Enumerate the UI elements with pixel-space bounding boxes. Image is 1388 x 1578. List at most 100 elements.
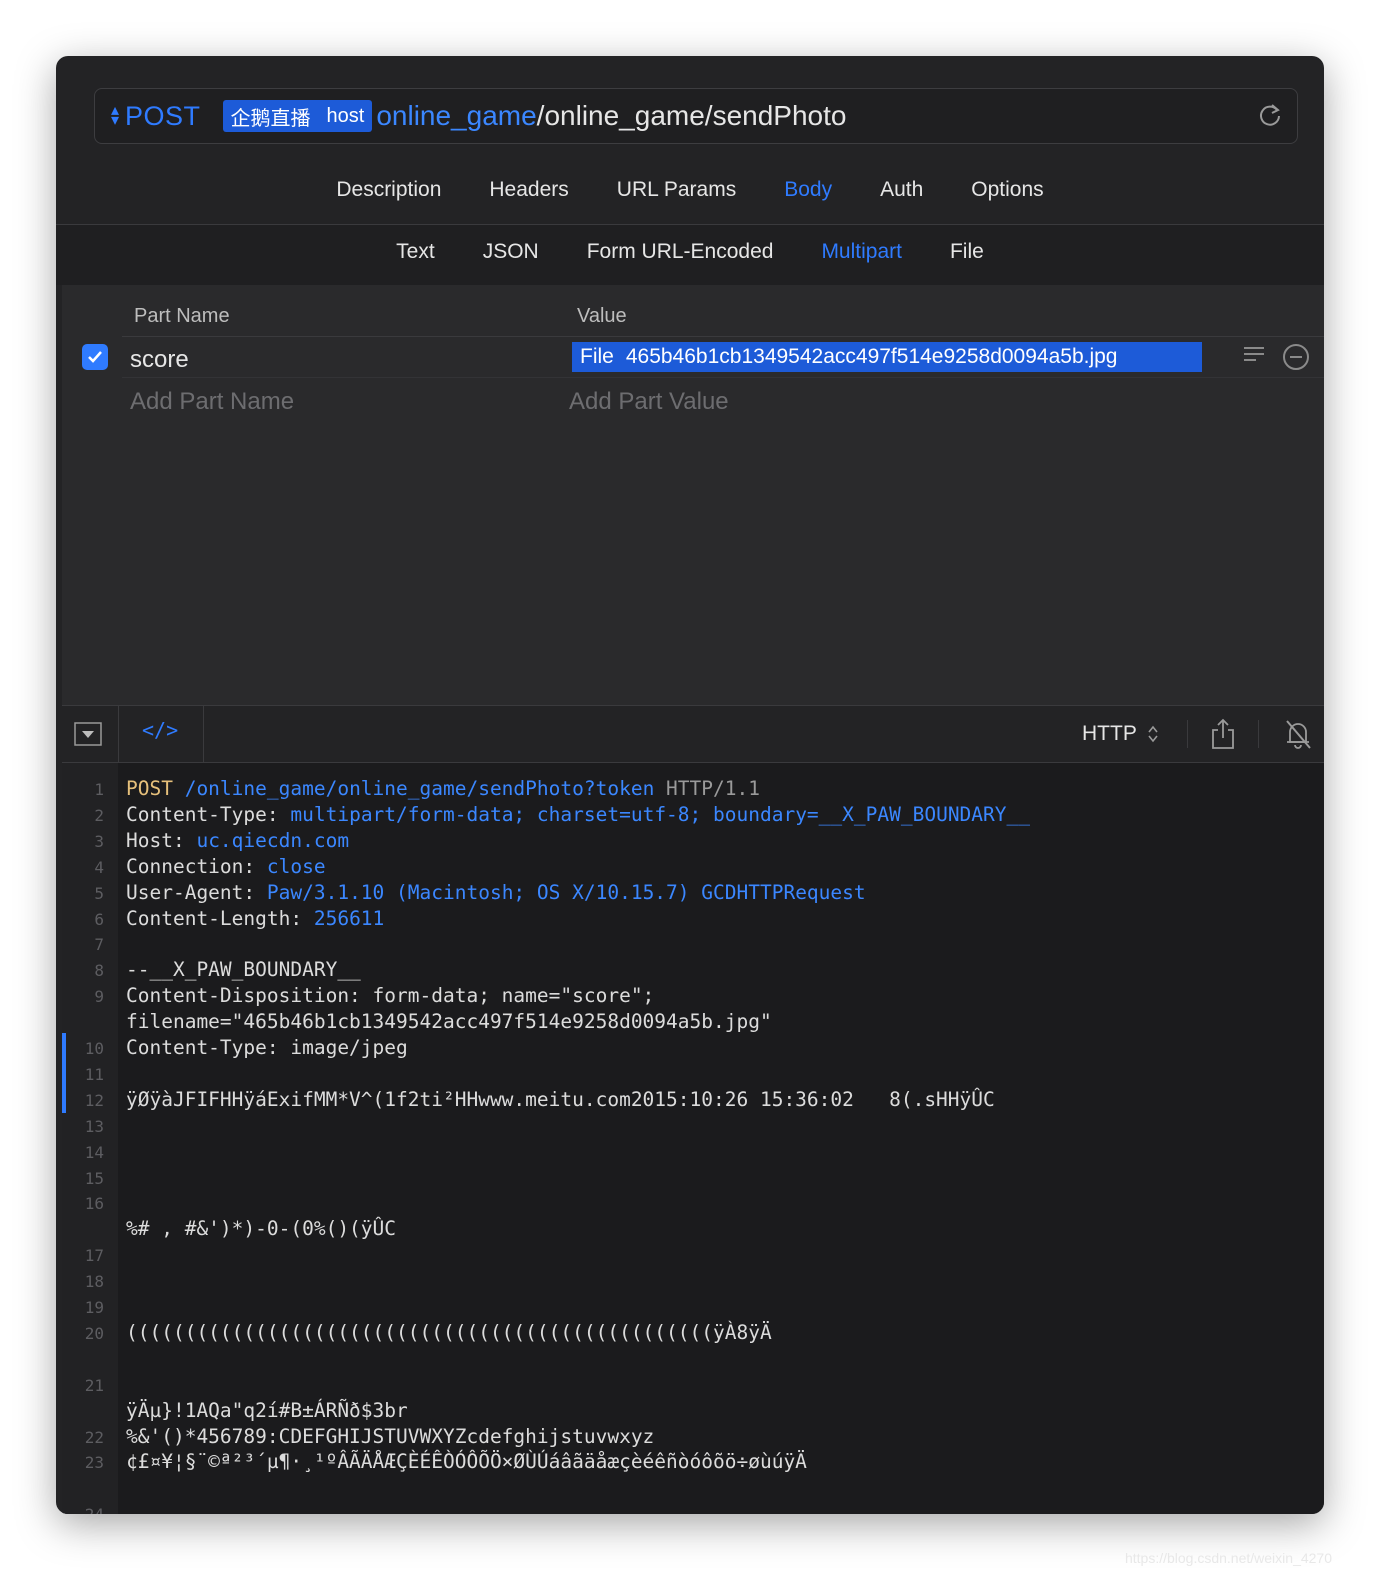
code-token: --__X_PAW_BOUNDARY__ (126, 958, 361, 982)
line-number: 20 (84, 1323, 104, 1343)
tab-options[interactable]: Options (947, 178, 1067, 202)
line-number: 4 (94, 857, 104, 877)
code-token: ((((((((((((((((((((((((((((((((((((((((… (126, 1320, 772, 1344)
line-number: 5 (94, 883, 104, 903)
code-token: multipart/form-data; charset=utf-8; boun… (290, 802, 1030, 826)
divider (118, 706, 119, 763)
code-token: 256611 (313, 906, 385, 930)
line-number: 21 (84, 1375, 104, 1395)
line-number: 10 (84, 1039, 104, 1058)
line-number: 24 (62, 1505, 104, 1514)
row-menu-icon[interactable] (1242, 345, 1266, 367)
line-number: 13 (84, 1116, 104, 1136)
code-token: ¢£¤¥¦§¨©ª²³´µ¶·¸¹ºÂÃÄÅÆÇÈÉÊÒÓÔÕÖ×ØÙÚáâãä… (126, 1450, 807, 1474)
body-tab-multipart[interactable]: Multipart (797, 240, 926, 264)
code-token: %# , #&')*)-0-(0%()(ÿÛC (126, 1217, 397, 1241)
code-token: uc.qiecdn.com (196, 828, 350, 852)
code-token: ÿØÿàJFIFHHÿáExifMM*V^(1f2ti²HHwww.meitu.… (126, 1087, 995, 1111)
body-tab-form-url-encoded[interactable]: Form URL-Encoded (563, 240, 798, 264)
environment-token[interactable]: 企鹅直播 host (222, 100, 373, 132)
http-method[interactable]: POST (125, 101, 201, 132)
collapse-dropdown-icon[interactable] (74, 722, 102, 746)
part-value-file[interactable]: File 465b46b1cb1349542acc497f514e9258d00… (572, 342, 1202, 372)
part-name-field[interactable]: score (130, 346, 189, 374)
format-label: HTTP (1082, 722, 1137, 745)
code-token: Paw/3.1.10 (Macintosh; OS X/10.15.7) GCD… (266, 880, 866, 904)
line-number: 11 (84, 1064, 104, 1084)
column-header-part-name: Part Name (134, 305, 230, 327)
divider (1187, 720, 1188, 748)
code-token: Content-Type: (126, 802, 291, 826)
code-token: Content-Disposition: form-data; name="sc… (126, 984, 655, 1008)
code-token: close (266, 854, 326, 878)
code-token: filename="465b46b1cb1349542acc497f514e92… (126, 1010, 772, 1034)
divider (122, 377, 1324, 378)
format-select[interactable]: HTTP (1082, 722, 1159, 746)
http-request-preview[interactable]: 1 POST /online_game/online_game/sendPhoto… (62, 763, 1324, 1514)
line-number: 12 (84, 1090, 104, 1110)
add-part-value-input[interactable]: Add Part Value (569, 388, 729, 416)
tab-url-params[interactable]: URL Params (593, 178, 760, 202)
environment-name: 企鹅直播 (230, 107, 311, 130)
url-host[interactable]: online_game (376, 100, 536, 132)
code-text: --__X_PAW_BOUNDARY__ (126, 958, 361, 981)
line-number: 18 (84, 1272, 104, 1292)
line-number: 3 (94, 831, 104, 851)
notifications-off-icon[interactable] (1284, 718, 1312, 750)
body-tab-file[interactable]: File (926, 240, 1008, 264)
line-number: 9 (94, 987, 104, 1007)
body-tab-json[interactable]: JSON (459, 240, 563, 264)
value-type-label: File (580, 345, 614, 368)
divider (122, 336, 1324, 337)
share-icon[interactable] (1210, 718, 1236, 750)
code-token: Host: (126, 828, 197, 852)
column-header-value: Value (577, 305, 627, 327)
code-text: User-Agent: Paw/3.1.10 (Macintosh; OS X/… (126, 881, 866, 904)
code-preview-toolbar: </> HTTP (62, 705, 1324, 763)
line-number: 23 (84, 1453, 104, 1473)
code-token: Connection: (126, 854, 267, 878)
code-token: /online_game/online_game/sendPhoto?token (184, 777, 655, 800)
code-text: Content-Type: multipart/form-data; chars… (126, 803, 1030, 826)
request-tabs: Description Headers URL Params Body Auth Opti… (56, 178, 1324, 202)
code-token: Content-Type: image/jpeg (126, 1036, 408, 1059)
code-token: POST (126, 777, 185, 800)
code-text: ÿÄµ}!1AQa"q2í#B±ÁRÑð$3br (126, 1399, 408, 1422)
app-window: ▴ ▾ POST 企鹅直播 host online_game/online_gam… (56, 56, 1324, 1514)
file-name: 465b46b1cb1349542acc497f514e9258d0094a5b… (625, 345, 1118, 368)
code-text: ÿØÿàJFIFHHÿáExifMM*V^(1f2ti²HHwww.meitu.… (126, 1088, 995, 1111)
chevron-updown-icon (1148, 725, 1158, 743)
line-number: 7 (94, 935, 104, 955)
line-number: 19 (84, 1298, 104, 1317)
code-token: %&'()*456789:CDEFGHIJSTUVWXYZcdefghijstu… (126, 1424, 655, 1448)
code-token: ÿÄµ}!1AQa"q2í#B±ÁRÑð$3br (126, 1398, 408, 1422)
code-text: ¢£¤¥¦§¨©ª²³´µ¶·¸¹ºÂÃÄÅÆÇÈÉÊÒÓÔÕÖ×ØÙÚáâãä… (126, 1450, 807, 1473)
code-text: Content-Length: 256611 (126, 907, 384, 930)
checkmark-icon (88, 351, 102, 363)
multipart-table: Part Name Value score File 465b46b1cb134… (62, 285, 1324, 705)
add-part-name-input[interactable]: Add Part Name (130, 388, 294, 416)
reload-icon[interactable] (1257, 102, 1283, 128)
code-token: HTTP/1.1 (654, 777, 760, 800)
code-view-icon[interactable]: </> (142, 718, 178, 742)
tab-body[interactable]: Body (760, 178, 856, 202)
line-number: 6 (94, 909, 104, 929)
tab-description[interactable]: Description (312, 178, 465, 202)
remove-row-icon[interactable] (1282, 343, 1310, 371)
url-path[interactable]: /online_game/sendPhoto (537, 100, 847, 132)
part-enabled-checkbox[interactable] (82, 344, 108, 370)
line-number: 22 (84, 1427, 104, 1447)
code-token: Content-Length: (126, 906, 314, 930)
tab-auth[interactable]: Auth (856, 178, 947, 202)
url-bar[interactable]: ▴ ▾ POST 企鹅直播 host online_game/online_gam… (94, 88, 1298, 144)
method-toggle-icon[interactable]: ▴ ▾ (109, 103, 121, 129)
code-text: Host: uc.qiecdn.com (126, 829, 349, 852)
code-token: User-Agent: (126, 880, 267, 904)
line-number: 8 (94, 961, 104, 981)
code-text: ((((((((((((((((((((((((((((((((((((((((… (126, 1321, 772, 1344)
tab-headers[interactable]: Headers (465, 178, 592, 202)
body-tab-text[interactable]: Text (372, 240, 459, 264)
divider (203, 706, 204, 763)
code-text: %# , #&')*)-0-(0%()(ÿÛC (126, 1217, 396, 1240)
code-text: filename="465b46b1cb1349542acc497f514e92… (126, 1010, 772, 1033)
